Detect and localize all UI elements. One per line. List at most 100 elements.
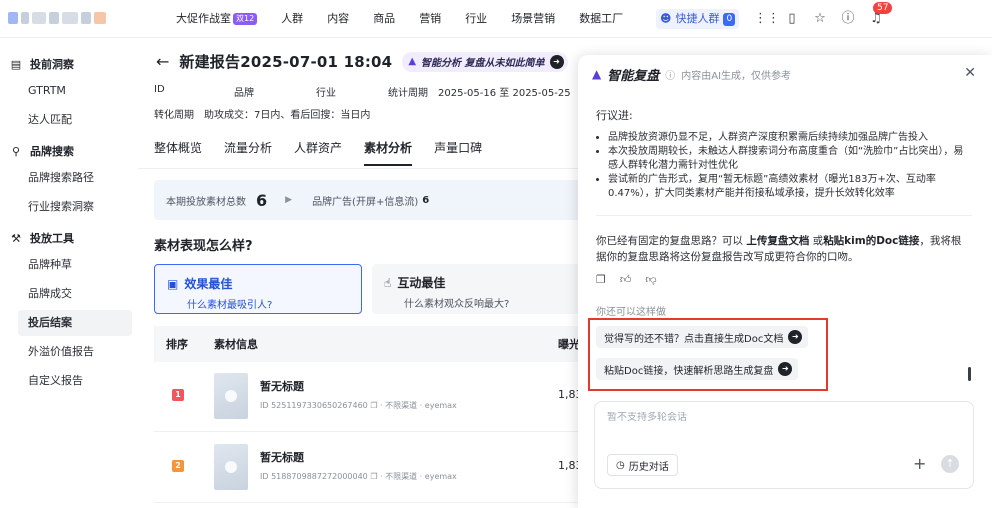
nav-item-content[interactable]: 内容 xyxy=(315,0,361,38)
stat-label: 本期投放素材总数 xyxy=(166,196,246,208)
nav-item-scene-marketing[interactable]: 场景营销 xyxy=(499,0,567,38)
chart-icon: ▤ xyxy=(10,57,22,71)
star-icon[interactable]: ☆ xyxy=(812,11,828,27)
tab-audience-assets[interactable]: 人群资产 xyxy=(294,139,342,166)
meta-conv-value: 助攻成交：7日内、看后回搜：当日内 xyxy=(204,110,371,121)
list-item: 本次投放周期较长，未触达人群搜索词分布高度重合（如“洗脸巾”占比突出），易感人群… xyxy=(608,145,964,173)
panel-subtitle: 内容由AI生成，仅供参考 xyxy=(681,70,792,82)
thumbs-down-icon[interactable]: 👎︎ xyxy=(645,273,656,286)
nav-item-marketing[interactable]: 营销 xyxy=(407,0,453,38)
hand-pointer-icon: ☝ xyxy=(384,275,392,290)
arrow-right-icon: ➜ xyxy=(788,330,803,344)
tab-overview[interactable]: 整体概览 xyxy=(154,139,202,166)
help-icon[interactable]: ⓘ xyxy=(840,11,856,27)
col-rank: 排序 xyxy=(166,338,188,351)
back-arrow-icon[interactable]: ← xyxy=(156,52,169,71)
quick-audience-count: 0 xyxy=(723,12,736,26)
caret-right-icon: ▶ xyxy=(285,195,293,205)
hot-badge: 双12 xyxy=(233,13,258,25)
chat-input-box: ◷ 历史对话 + ↑ xyxy=(594,401,974,489)
ai-reply: 你已经有固定的复盘思路？可以 上传复盘文档 或粘贴kim的Doc链接，我将根据你… xyxy=(596,235,962,263)
sidebar-group-ad-tools[interactable]: ⚒ 投放工具 xyxy=(10,230,74,246)
video-thumbnail[interactable] xyxy=(214,444,248,490)
sidebar-item-brand-search-path[interactable]: 品牌搜索路径 xyxy=(18,165,132,191)
report-tabs: 整体概览 流量分析 人群资产 素材分析 声量口碑 xyxy=(154,139,504,166)
close-icon[interactable]: ✕ xyxy=(964,65,976,81)
image-chart-icon: ▣ xyxy=(167,276,179,291)
history-button[interactable]: ◷ 历史对话 xyxy=(607,454,678,476)
history-clock-icon: ◷ xyxy=(616,459,625,471)
table-row[interactable]: 1 暂无标题 ID 5251197330650267460 ❐ · 不限渠道 ·… xyxy=(154,362,594,432)
stat-value-brand-ads: 6 xyxy=(422,194,430,206)
top-navbar: 大促作战室 双12 人群 内容 商品 营销 行业 场景营销 数据工厂 ☻ 快捷人群… xyxy=(0,0,992,38)
table-header: 排序 素材信息 曝光 xyxy=(154,326,594,362)
thumbs-up-icon[interactable]: 👍︎ xyxy=(620,273,632,286)
sidebar-item-spillover-report[interactable]: 外溢价值报告 xyxy=(18,339,132,365)
sidebar-item-post-report[interactable]: 投后结案 xyxy=(18,310,132,336)
copy-icon: ❐ xyxy=(370,401,378,410)
upload-doc-link[interactable]: 上传复盘文档 xyxy=(746,235,809,247)
ai-logo-icon: ▲ xyxy=(592,67,602,81)
suggestion-paste-doc-link[interactable]: 粘贴Doc链接，快速解析思路生成复盘 ➜ xyxy=(596,358,799,380)
table-row[interactable]: 2 暂无标题 ID 5188709887272000040 ❐ · 不限渠道 ·… xyxy=(154,433,594,503)
nav-item-audience[interactable]: 人群 xyxy=(269,0,315,38)
copy-icon[interactable]: ❐ xyxy=(596,273,606,286)
scrollbar-thumb[interactable] xyxy=(968,367,971,381)
video-thumbnail[interactable] xyxy=(214,373,248,419)
sidebar-item-brand-seeding[interactable]: 品牌种草 xyxy=(18,252,132,278)
material-title: 暂无标题 xyxy=(260,380,304,393)
col-exposure[interactable]: 曝光 xyxy=(558,336,580,352)
card-best-interaction[interactable]: ☝ 互动最佳 什么素材观众反响最大? xyxy=(372,264,582,314)
person-icon: ☻ xyxy=(660,12,672,25)
ai-analysis-pill[interactable]: ▲ 智能分析 复盘从未如此简单 ➜ xyxy=(402,51,568,72)
title-row: ← 新建报告2025-07-01 18:04 ▲ 智能分析 复盘从未如此简单 ➜ xyxy=(156,51,568,72)
meta-brand-label: 品牌 xyxy=(234,88,254,99)
list-item: 尝试新的广告形式，复用“暂无标题”高绩效素材（曝光183万+次、互动率0.47%… xyxy=(608,173,964,201)
material-stat-box: 本期投放素材总数 6 ▶ 品牌广告(开屏+信息流) 6 xyxy=(154,180,584,220)
meta-period-label: 统计周期 xyxy=(388,88,428,99)
meta-period-value: 2025-05-16 至 2025-05-25 xyxy=(438,88,571,99)
sidebar-item-kol-match[interactable]: 达人匹配 xyxy=(18,107,132,133)
section-title: 素材表现怎么样? xyxy=(154,239,253,254)
wrench-icon: ⚒ xyxy=(11,231,21,245)
sidebar-item-industry-search[interactable]: 行业搜索洞察 xyxy=(18,194,132,220)
list-item: 品牌投放资源仍显不足，人群资产深度积累需后续持续加强品牌广告投入 xyxy=(608,131,964,145)
paste-link-text[interactable]: 粘贴kim的Doc链接 xyxy=(823,235,919,247)
tab-voice[interactable]: 声量口碑 xyxy=(434,139,482,166)
brand-logo[interactable] xyxy=(8,10,126,26)
suggestion-generate-doc[interactable]: 觉得写的还不错？点击直接生成Doc文档 ➜ xyxy=(596,326,809,348)
col-material: 素材信息 xyxy=(214,338,258,351)
copy-icon: ❐ xyxy=(370,472,378,481)
notification-count: 57 xyxy=(873,2,893,14)
meta-conv-label: 转化周期 xyxy=(154,110,194,121)
apps-grid-icon[interactable]: ⋮⋮ xyxy=(754,11,780,27)
material-id: ID 5188709887272000040 ❐ · 不限渠道 · eyemax xyxy=(260,472,457,481)
message-fragment: 行议进: xyxy=(596,109,633,122)
sidebar-group-pre-insight[interactable]: ▤ 投前洞察 xyxy=(10,56,74,72)
stat-label-brand-ads: 品牌广告(开屏+信息流) xyxy=(312,196,419,208)
material-title: 暂无标题 xyxy=(260,451,304,464)
search-icon: ⚲ xyxy=(11,144,21,158)
nav-item-product[interactable]: 商品 xyxy=(361,0,407,38)
sidebar-item-custom-report[interactable]: 自定义报告 xyxy=(18,368,132,394)
nav-item-data-factory[interactable]: 数据工厂 xyxy=(567,0,635,38)
quick-audience-label: 快捷人群 xyxy=(675,12,720,25)
add-icon[interactable]: + xyxy=(913,454,926,473)
ai-review-panel: ▲ 智能复盘 ⓘ 内容由AI生成，仅供参考 ✕ 行议进: 品牌投放资源仍显不足，… xyxy=(578,55,992,508)
book-icon[interactable]: ▯ xyxy=(784,11,800,27)
rank-badge: 2 xyxy=(172,460,184,472)
nav-item-industry[interactable]: 行业 xyxy=(453,0,499,38)
send-button[interactable]: ↑ xyxy=(941,455,959,473)
quick-audience-button[interactable]: ☻ 快捷人群 0 xyxy=(656,9,740,29)
sidebar-item-gtrtm[interactable]: GTRTM xyxy=(18,78,132,104)
rank-badge: 1 xyxy=(172,389,184,401)
card-best-effect[interactable]: ▣ 效果最佳 什么素材最吸引人? xyxy=(154,264,362,314)
material-id: ID 5251197330650267460 ❐ · 不限渠道 · eyemax xyxy=(260,401,457,410)
chat-input[interactable] xyxy=(607,412,947,423)
sidebar-group-brand-search[interactable]: ⚲ 品牌搜索 xyxy=(10,143,74,159)
tab-traffic[interactable]: 流量分析 xyxy=(224,139,272,166)
panel-header: ▲ 智能复盘 ⓘ 内容由AI生成，仅供参考 xyxy=(578,55,992,93)
sidebar-item-brand-deal[interactable]: 品牌成交 xyxy=(18,281,132,307)
tab-material-analysis[interactable]: 素材分析 xyxy=(364,139,413,166)
nav-item-war-room[interactable]: 大促作战室 双12 xyxy=(176,0,269,38)
